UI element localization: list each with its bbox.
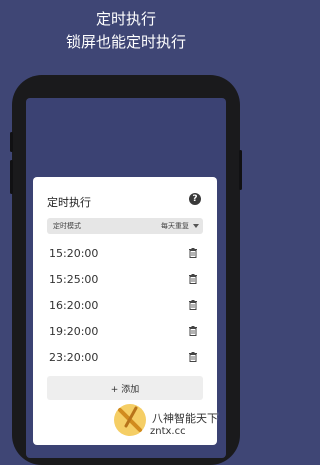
add-button[interactable]: + 添加 (47, 376, 203, 400)
time-value: 19:20:00 (49, 325, 99, 338)
trash-icon[interactable] (187, 247, 199, 259)
card-title: 定时执行 (47, 196, 91, 209)
mode-label: 定时模式 (53, 222, 81, 230)
phone-volume-button-2 (10, 160, 13, 194)
time-value: 15:25:00 (49, 273, 99, 286)
headline-line2: 锁屏也能定时执行 (65, 33, 186, 51)
time-row[interactable]: 16:20:00 (47, 297, 203, 315)
headline-line1: 定时执行 (95, 10, 156, 28)
help-icon[interactable]: ? (189, 193, 201, 205)
chevron-down-icon (193, 224, 199, 228)
watermark-text: 八神智能天下 (152, 412, 218, 425)
mode-selector[interactable]: 定时模式 每天重复 (47, 218, 203, 234)
trash-icon[interactable] (187, 325, 199, 337)
time-row[interactable]: 15:20:00 (47, 245, 203, 263)
add-button-label: 添加 (121, 385, 140, 395)
time-row[interactable]: 19:20:00 (47, 323, 203, 341)
time-value: 16:20:00 (49, 299, 99, 312)
phone-power-button (239, 150, 242, 190)
add-button-content: + 添加 (47, 382, 203, 395)
watermark-url: zntx.cc (150, 426, 186, 437)
time-row[interactable]: 23:20:00 (47, 349, 203, 367)
trash-icon[interactable] (187, 351, 199, 363)
watermark-logo-icon (114, 404, 146, 436)
time-row[interactable]: 15:25:00 (47, 271, 203, 289)
time-value: 23:20:00 (49, 351, 99, 364)
plus-icon: + (110, 385, 119, 395)
phone-volume-button (10, 132, 13, 152)
mode-value: 每天重复 (161, 222, 189, 230)
trash-icon[interactable] (187, 273, 199, 285)
trash-icon[interactable] (187, 299, 199, 311)
time-value: 15:20:00 (49, 247, 99, 260)
